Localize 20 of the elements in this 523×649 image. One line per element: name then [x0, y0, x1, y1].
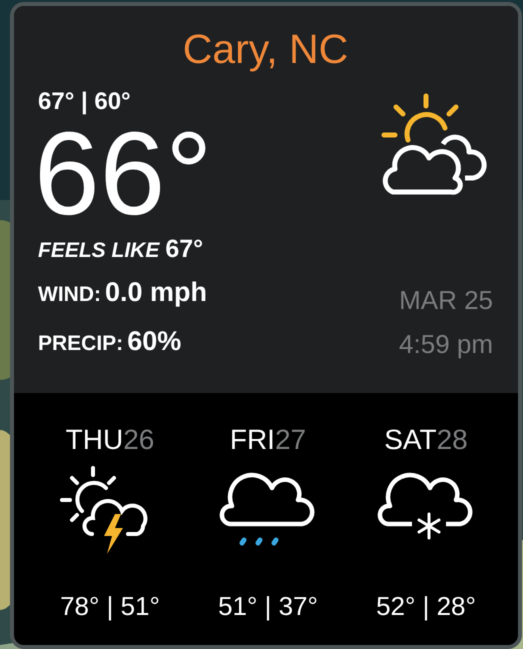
high-low-temperature: 52° | 28° — [376, 591, 476, 622]
location-title: Cary, NC — [182, 26, 350, 72]
weekday: SAT — [384, 424, 437, 455]
wind-value: 0.0 mph — [104, 277, 208, 307]
high-low-temperature: 78° | 51° — [60, 591, 160, 622]
weekday: THU — [66, 424, 124, 455]
precip-label: PRECIP: — [38, 332, 124, 355]
day-number: 27 — [274, 424, 306, 455]
weekday: FRI — [230, 424, 275, 455]
high-low-temperature: 51° | 37° — [218, 591, 318, 622]
day-number: 28 — [436, 424, 468, 455]
time: 4:59 pm — [399, 328, 493, 361]
wind-label: WIND: — [38, 283, 101, 306]
high-low-temperature: 67° | 60° — [38, 88, 132, 116]
day-number: 26 — [123, 424, 154, 455]
feels-like-value: 67° — [165, 235, 204, 263]
precip-value: 60% — [127, 326, 182, 356]
date: MAR 25 — [399, 284, 493, 317]
feels-like-label: FEELS LIKE — [38, 239, 160, 262]
current-temperature: 66° — [34, 118, 212, 230]
